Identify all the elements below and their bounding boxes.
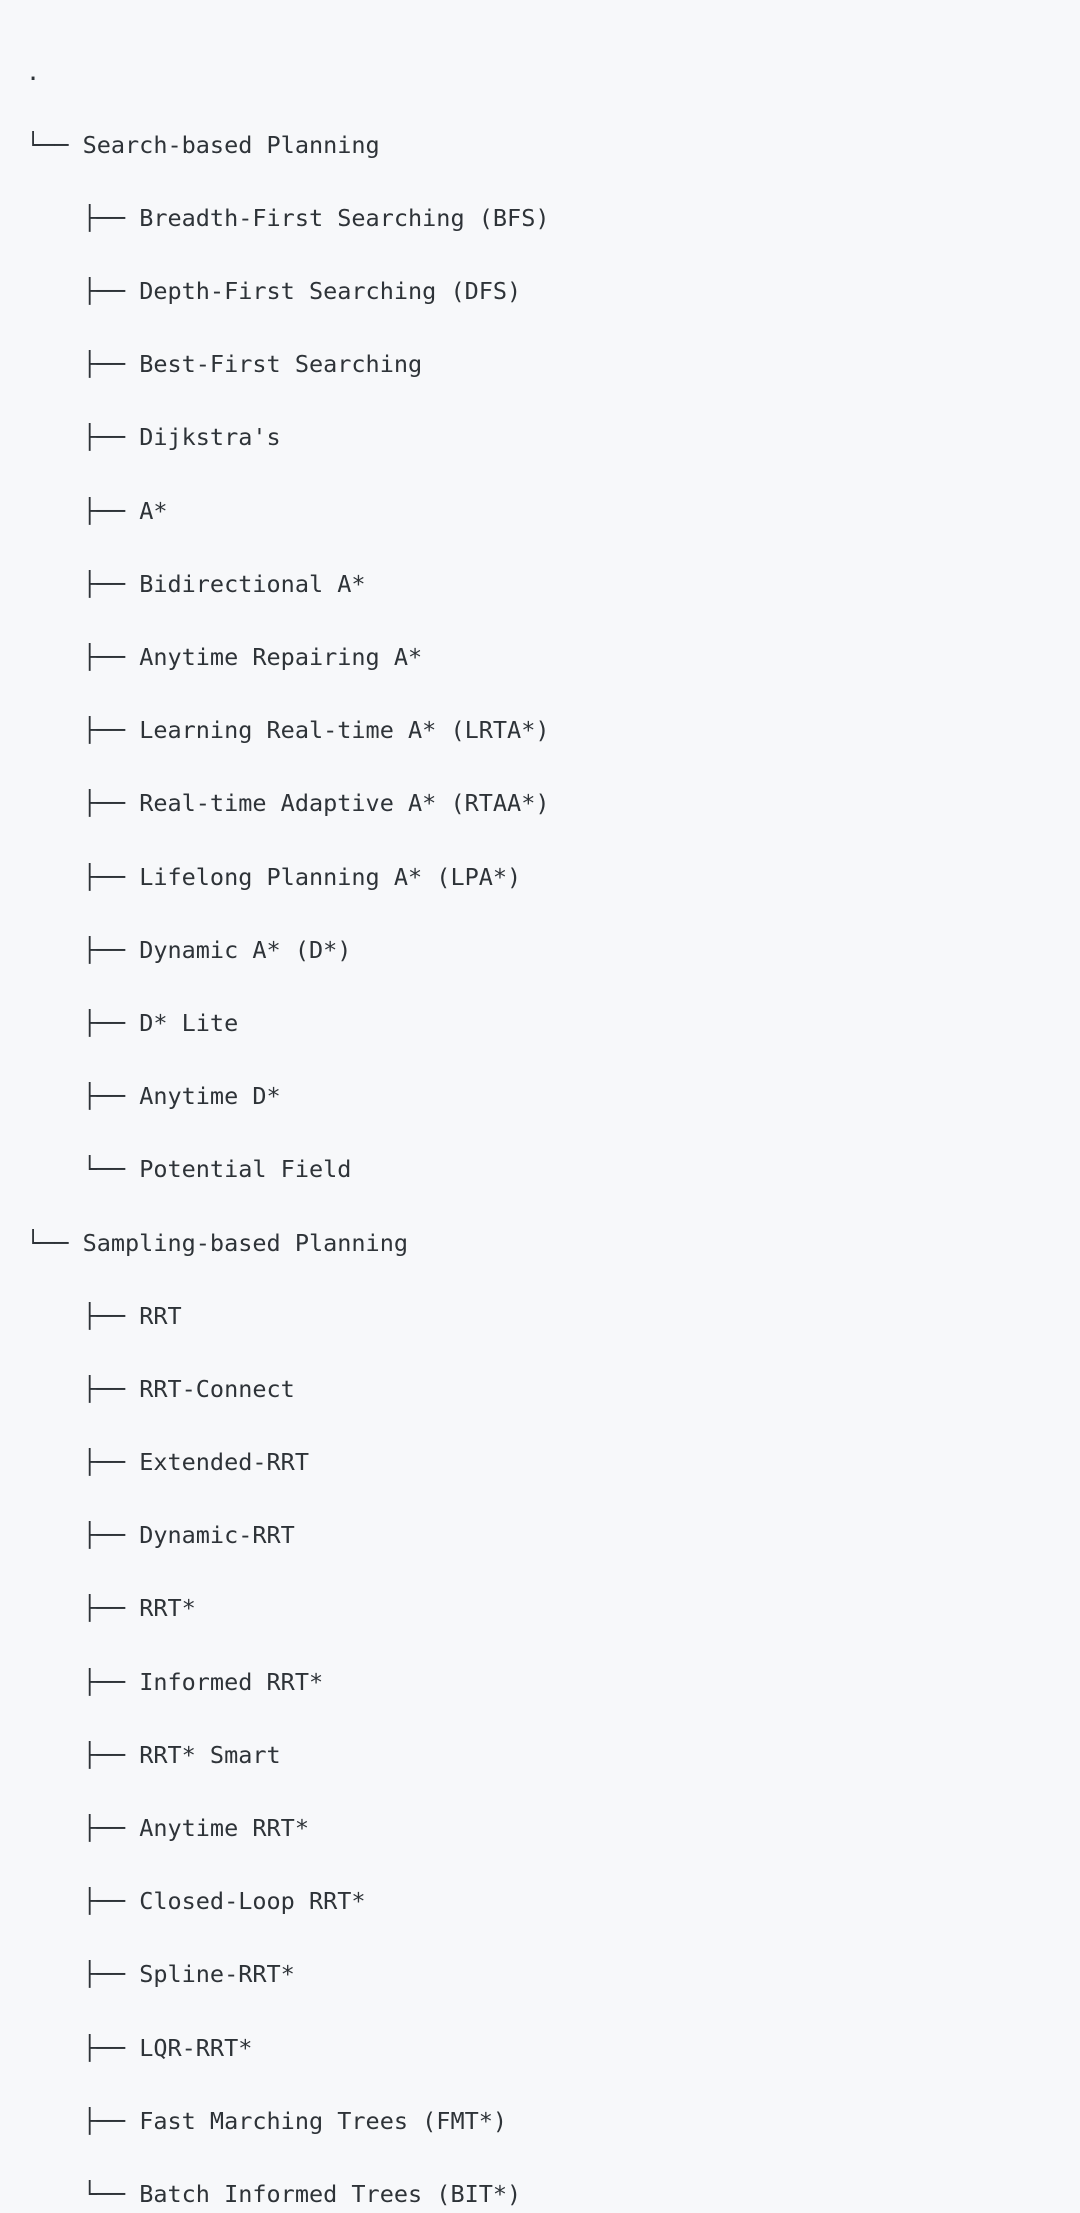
tree-node-label: Dynamic-RRT — [139, 1521, 295, 1550]
tree-node: ├── Dynamic A* (D*) — [26, 932, 550, 969]
tree-node: ├── D* Lite — [26, 1005, 550, 1042]
tree-node: ├── Anytime Repairing A* — [26, 639, 550, 676]
tree-branch-tee-icon: ├── — [26, 862, 140, 891]
tree-node-label: Fast Marching Trees (FMT*) — [139, 2106, 508, 2135]
tree-branch-tee-icon: ├── — [26, 1814, 140, 1842]
tree-node: ├── Breadth-First Searching (BFS) — [26, 200, 550, 237]
tree-node-label: Real-time Adaptive A* (RTAA*) — [139, 789, 550, 818]
tree-node: ├── Lifelong Planning A* (LPA*) — [26, 859, 550, 896]
tree-branch-tee-icon: ├── — [26, 789, 140, 818]
tree-branch-tee-icon: ├── — [26, 1667, 140, 1696]
tree-node-label: Informed RRT* — [139, 1667, 324, 1696]
tree-node-label: RRT-Connect — [139, 1374, 295, 1403]
tree-branch-tee-icon: ├── — [26, 1960, 140, 1989]
tree-node-label: Lifelong Planning A* (LPA*) — [139, 862, 522, 891]
tree-branch-tee-icon: ├── — [26, 1594, 140, 1623]
tree-node-label: RRT* — [139, 1594, 196, 1623]
tree-node: ├── RRT-Connect — [26, 1371, 550, 1408]
tree-root-node: . — [26, 54, 550, 91]
tree-node-label: Breadth-First Searching (BFS) — [139, 203, 550, 232]
tree-text-block: . └── Search-based Planning ├── Breadth-… — [26, 54, 550, 2213]
tree-branch-end-icon: └── — [26, 1228, 83, 1257]
tree-branch-tee-icon: ├── — [26, 569, 140, 598]
tree-node: ├── Informed RRT* — [26, 1664, 550, 1701]
tree-node-label: Best-First Searching — [139, 350, 423, 379]
tree-node-label: Potential Field — [139, 1155, 352, 1184]
tree-node-label: Anytime Repairing A* — [139, 643, 423, 671]
tree-branch-tee-icon: ├── — [26, 277, 140, 306]
tree-node-label: A* — [139, 496, 168, 525]
tree-branch-tee-icon: ├── — [26, 203, 140, 232]
tree-branch-tee-icon: ├── — [26, 496, 140, 525]
tree-node: ├── Best-First Searching — [26, 346, 550, 383]
tree-branch-tee-icon: ├── — [26, 1740, 140, 1769]
tree-node-label: Closed-Loop RRT* — [139, 1887, 366, 1916]
tree-node-label: RRT — [139, 1301, 182, 1330]
tree-branch-tee-icon: ├── — [26, 2106, 140, 2135]
tree-node: ├── Fast Marching Trees (FMT*) — [26, 2103, 550, 2140]
tree-node: ├── RRT* Smart — [26, 1737, 550, 1774]
tree-node: ├── Depth-First Searching (DFS) — [26, 273, 550, 310]
tree-node-label: Batch Informed Trees (BIT*) — [139, 2179, 522, 2208]
tree-node-label: D* Lite — [139, 1008, 239, 1037]
tree-branch-end-icon: └── — [26, 130, 83, 159]
tree-branch-tee-icon: ├── — [26, 1521, 140, 1550]
tree-node: ├── A* — [26, 493, 550, 530]
tree-node-label: Anytime D* — [139, 1082, 281, 1111]
tree-node-label: RRT* Smart — [139, 1740, 281, 1769]
tree-node-label: . — [26, 57, 41, 86]
tree-node: └── Batch Informed Trees (BIT*) — [26, 2176, 550, 2213]
tree-branch-tee-icon: ├── — [26, 643, 140, 671]
tree-branch-end-icon: └── — [26, 2179, 140, 2208]
tree-node-label: Dynamic A* (D*) — [139, 935, 352, 964]
tree-node: ├── Dynamic-RRT — [26, 1517, 550, 1554]
tree-node: ├── RRT — [26, 1298, 550, 1335]
tree-node-label: Search-based Planning — [82, 130, 380, 159]
tree-node: ├── Real-time Adaptive A* (RTAA*) — [26, 785, 550, 822]
tree-node: ├── Learning Real-time A* (LRTA*) — [26, 712, 550, 749]
tree-node-label: Learning Real-time A* (LRTA*) — [139, 716, 550, 745]
tree-node: ├── Anytime D* — [26, 1078, 550, 1115]
tree-branch-tee-icon: ├── — [26, 423, 140, 452]
tree-node-label: Depth-First Searching (DFS) — [139, 277, 522, 306]
tree-node: ├── Bidirectional A* — [26, 566, 550, 603]
tree-node: ├── LQR-RRT* — [26, 2030, 550, 2067]
tree-branch-tee-icon: ├── — [26, 1374, 140, 1403]
tree-node: └── Search-based Planning — [26, 127, 550, 164]
tree-branch-tee-icon: ├── — [26, 1301, 140, 1330]
tree-node-label: Dijkstra's — [139, 423, 281, 452]
tree-node-label: Extended-RRT — [139, 1448, 309, 1477]
tree-view: . └── Search-based Planning ├── Breadth-… — [0, 0, 1080, 2208]
tree-branch-tee-icon: ├── — [26, 935, 140, 964]
tree-node: ├── Extended-RRT — [26, 1444, 550, 1481]
tree-node-label: Sampling-based Planning — [82, 1228, 409, 1257]
tree-branch-tee-icon: ├── — [26, 350, 140, 379]
tree-branch-end-icon: └── — [26, 1155, 140, 1184]
tree-branch-tee-icon: ├── — [26, 1082, 140, 1111]
tree-node: ├── Spline-RRT* — [26, 1956, 550, 1993]
tree-node: └── Potential Field — [26, 1151, 550, 1188]
tree-node-label: Anytime RRT* — [139, 1814, 309, 1842]
tree-node: └── Sampling-based Planning — [26, 1225, 550, 1262]
tree-branch-tee-icon: ├── — [26, 2033, 140, 2062]
tree-node: ├── Dijkstra's — [26, 419, 550, 456]
tree-branch-tee-icon: ├── — [26, 1008, 140, 1037]
tree-branch-tee-icon: ├── — [26, 1448, 140, 1477]
tree-branch-tee-icon: ├── — [26, 1887, 140, 1916]
tree-node-label: Bidirectional A* — [139, 569, 366, 598]
tree-node-label: Spline-RRT* — [139, 1960, 295, 1989]
tree-node: ├── Closed-Loop RRT* — [26, 1883, 550, 1920]
tree-node: ├── RRT* — [26, 1590, 550, 1627]
tree-node: ├── Anytime RRT* — [26, 1810, 550, 1847]
tree-branch-tee-icon: ├── — [26, 716, 140, 745]
tree-node-label: LQR-RRT* — [139, 2033, 253, 2062]
